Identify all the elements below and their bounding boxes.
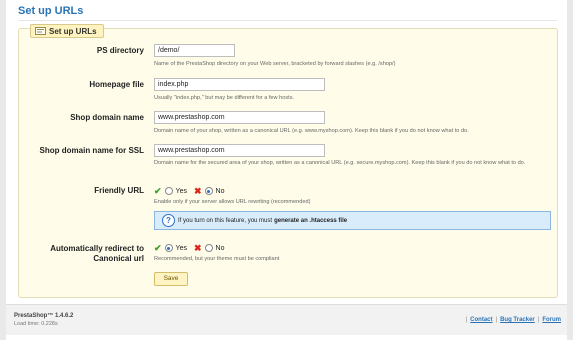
check-icon: ✔ — [154, 242, 162, 253]
question-icon: ? — [162, 214, 175, 227]
check-icon: ✔ — [154, 185, 162, 196]
shop-domain-help: Domain name of your shop, written as a c… — [154, 128, 469, 134]
friendly-url-help: Enable only if your server allows URL re… — [154, 199, 311, 205]
auto-redirect-label-line1: Automatically redirect to — [50, 244, 144, 253]
auto-redirect-label: Automatically redirect to Canonical url — [14, 244, 144, 264]
settings-panel-icon — [35, 27, 46, 35]
friendly-url-yes-radio[interactable] — [164, 187, 173, 195]
generate-htaccess-link[interactable]: generate an .htaccess file — [274, 218, 347, 224]
shop-domain-input[interactable]: www.prestashop.com — [154, 111, 325, 124]
footer: PrestaShop™ 1.4.6.2 Load time: 0.228s | … — [6, 304, 567, 335]
save-button[interactable]: Save — [154, 272, 188, 286]
friendly-url-yes-label: Yes — [175, 187, 187, 195]
auto-redirect-yes-label: Yes — [175, 244, 187, 252]
auto-redirect-no-radio[interactable] — [204, 244, 213, 252]
footer-load-time: Load time: 0.228s — [14, 321, 58, 327]
ps-directory-label: PS directory — [96, 46, 144, 55]
htaccess-info-box: ? If you turn on this feature, you must … — [154, 211, 551, 230]
shop-domain-ssl-help: Domain name for the secured area of your… — [154, 160, 526, 166]
page-title: Set up URLs — [18, 5, 84, 17]
cross-icon: ✖ — [193, 185, 202, 196]
panel-legend-label: Set up URLs — [49, 26, 97, 36]
footer-link-bug-tracker[interactable]: Bug Tracker — [500, 317, 535, 323]
friendly-url-options: ✔ Yes ✖ No — [154, 186, 224, 196]
auto-redirect-no-label: No — [215, 244, 225, 252]
footer-separator: | — [537, 317, 540, 323]
ps-directory-input[interactable]: /demo/ — [154, 44, 235, 57]
cross-icon: ✖ — [193, 242, 202, 253]
homepage-file-label: Homepage file — [89, 80, 144, 89]
shop-domain-label: Shop domain name — [70, 113, 144, 122]
homepage-file-input[interactable]: index.php — [154, 78, 325, 91]
footer-brand: PrestaShop™ 1.4.6.2 — [14, 313, 74, 319]
auto-redirect-options: ✔ Yes ✖ No — [154, 243, 224, 253]
homepage-file-help: Usually "index.php," but may be differen… — [154, 95, 295, 101]
info-text: If you turn on this feature, you must — [178, 217, 273, 224]
title-divider — [18, 20, 557, 21]
ps-directory-help: Name of the PrestaShop directory on your… — [154, 61, 396, 67]
friendly-url-no-label: No — [215, 187, 225, 195]
footer-separator: | — [495, 317, 498, 323]
friendly-url-label: Friendly URL — [94, 186, 144, 195]
footer-link-contact[interactable]: Contact — [470, 317, 492, 323]
shop-domain-ssl-input[interactable]: www.prestashop.com — [154, 144, 325, 157]
page-container: Set up URLs Set up URLs PS directory /de… — [6, 0, 567, 340]
auto-redirect-help: Recommended, but your theme must be comp… — [154, 256, 280, 262]
auto-redirect-yes-radio[interactable] — [164, 244, 173, 252]
footer-separator: | — [465, 317, 468, 323]
footer-link-forum[interactable]: Forum — [542, 317, 561, 323]
panel-legend: Set up URLs — [30, 24, 104, 38]
footer-links: | Contact | Bug Tracker | Forum — [466, 317, 561, 323]
friendly-url-no-radio[interactable] — [204, 187, 213, 195]
auto-redirect-label-line2: Canonical url — [93, 254, 144, 263]
shop-domain-ssl-label: Shop domain name for SSL — [39, 146, 144, 155]
